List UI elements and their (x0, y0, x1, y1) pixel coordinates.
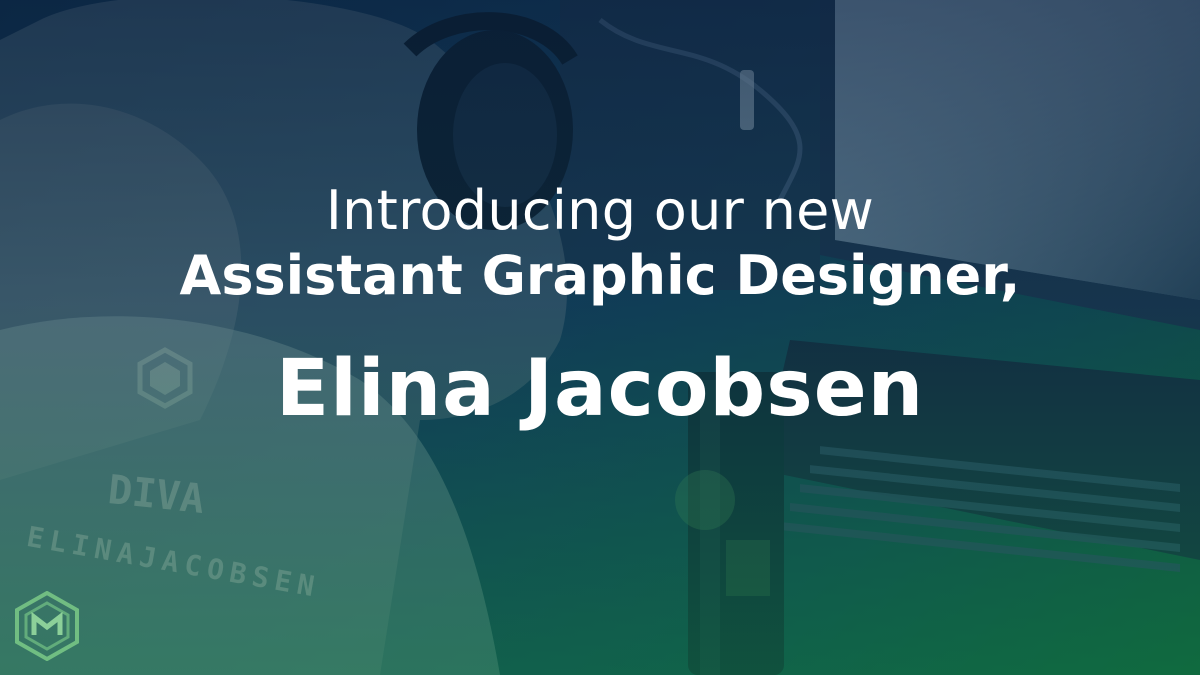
headline: Introducing our new Assistant Graphic De… (0, 178, 1200, 434)
employee-name: Elina Jacobsen (275, 344, 925, 434)
role-text: Assistant Graphic Designer, (179, 244, 1021, 307)
intro-text: Introducing our new (325, 179, 875, 242)
hero-banner: DIVA ELINAJACOBSEN Introducing our new A… (0, 0, 1200, 675)
brand-logo-icon (15, 591, 79, 661)
